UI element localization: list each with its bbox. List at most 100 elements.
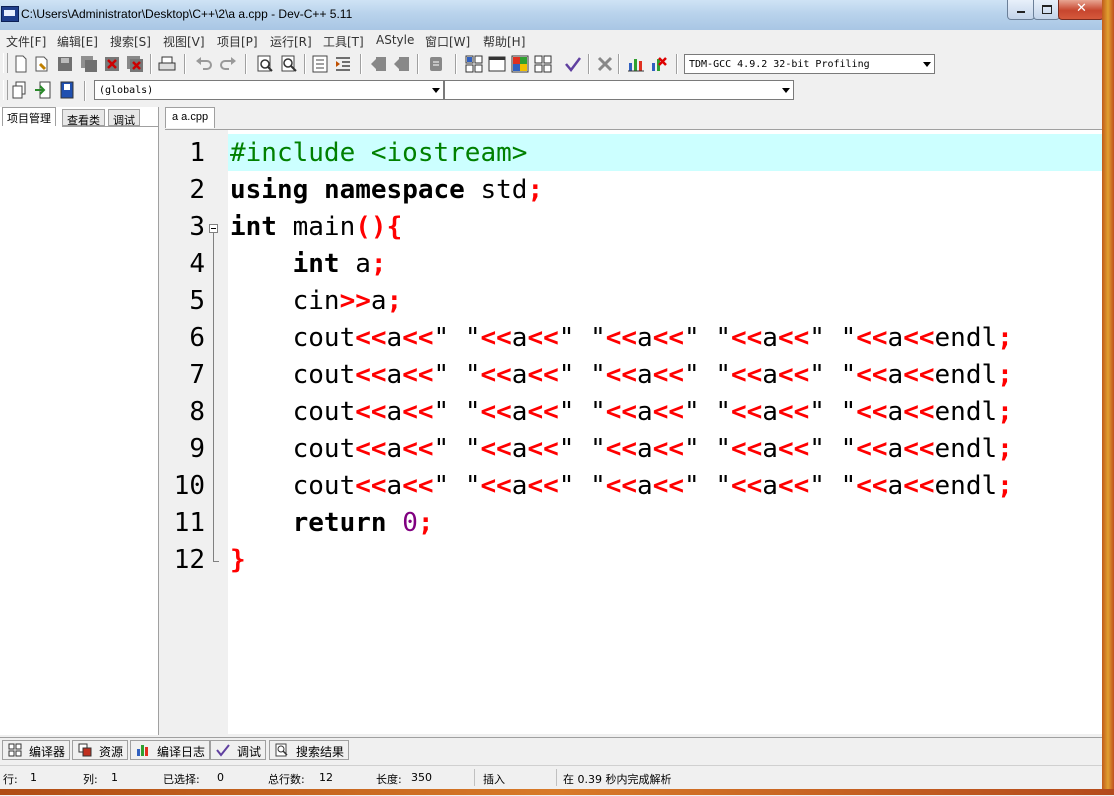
status-col-value: 1: [111, 771, 118, 784]
debug-check-icon: [216, 744, 230, 757]
profile-chart-icon[interactable]: [627, 55, 645, 73]
goto-line-icon[interactable]: [311, 55, 329, 73]
menu-help[interactable]: 帮助[H]: [483, 33, 525, 50]
maximize-button[interactable]: [1033, 0, 1060, 20]
menu-project[interactable]: 项目[P]: [217, 33, 258, 50]
save-all-icon[interactable]: [80, 55, 98, 73]
compile-icon[interactable]: [465, 55, 483, 73]
undo-icon[interactable]: [195, 55, 213, 73]
status-total-lines-label: 总行数:: [268, 773, 305, 786]
code-editor[interactable]: 1 #include <iostream> 2 using namespace std…: [165, 129, 1102, 734]
menu-bar: 文件[F] 编辑[E] 搜索[S] 视图[V] 项目[P] 运行[R] 工具[T…: [0, 30, 1102, 50]
tab-search-results[interactable]: 搜索结果: [269, 740, 350, 760]
unindent-icon[interactable]: [370, 55, 388, 73]
class-toolbar: (globals): [0, 78, 1102, 104]
menu-astyle[interactable]: AStyle: [376, 33, 414, 47]
devcpp-app-icon: [1, 6, 19, 22]
code-line[interactable]: 10 cout<<a<<" "<<a<<" "<<a<<" "<<a<<" "<…: [165, 467, 1102, 504]
editor-tab-file[interactable]: a a.cpp: [165, 107, 216, 128]
function-select[interactable]: [444, 80, 794, 100]
chevron-down-icon: [432, 88, 440, 93]
search-icon: [275, 743, 288, 757]
menu-tools[interactable]: 工具[T]: [323, 33, 364, 50]
menu-file[interactable]: 文件[F]: [6, 33, 46, 50]
code-line[interactable]: 1 #include <iostream>: [165, 134, 1102, 171]
run-icon[interactable]: [488, 55, 506, 73]
save-icon[interactable]: [56, 55, 74, 73]
line-number: 3: [189, 212, 205, 242]
desktop-taskbar-edge: [0, 789, 1114, 795]
tab-debug[interactable]: 调试: [108, 109, 140, 127]
code-line[interactable]: 9 cout<<a<<" "<<a<<" "<<a<<" "<<a<<" "<<…: [165, 430, 1102, 467]
title-bar: C:\Users\Administrator\Desktop\C++\2\a a…: [0, 0, 1114, 31]
code-line[interactable]: 7 cout<<a<<" "<<a<<" "<<a<<" "<<a<<" "<<…: [165, 356, 1102, 393]
delete-profile-icon[interactable]: [650, 55, 668, 73]
tab-class-browser[interactable]: 查看类: [62, 109, 105, 127]
new-project-icon[interactable]: [11, 81, 29, 99]
open-file-icon[interactable]: [33, 55, 51, 73]
redo-icon[interactable]: [219, 55, 237, 73]
indent-icon[interactable]: [334, 55, 352, 73]
code-line[interactable]: 5 cin>>a;: [165, 282, 1102, 319]
code-text: return 0;: [292, 508, 434, 538]
new-file-icon[interactable]: [12, 55, 30, 73]
status-total-lines-value: 12: [319, 771, 333, 784]
print-icon[interactable]: [158, 55, 176, 73]
syntax-check-icon[interactable]: [564, 55, 582, 73]
code-line[interactable]: 4 int a;: [165, 245, 1102, 282]
chevron-down-icon: [782, 88, 790, 93]
code-line[interactable]: 3 int main(){: [165, 208, 1102, 245]
minimize-button[interactable]: [1007, 0, 1035, 20]
tab-debug-output-label: 调试: [237, 745, 262, 759]
code-text: cout<<a<<" "<<a<<" "<<a<<" "<<a<<" "<<a<…: [230, 434, 1013, 464]
replace-icon[interactable]: [280, 55, 298, 73]
toggle-panel-icon[interactable]: [58, 81, 76, 99]
menu-search[interactable]: 搜索[S]: [110, 33, 151, 50]
tab-resources[interactable]: 资源: [72, 740, 129, 760]
maximize-icon: [1042, 5, 1052, 14]
tab-compiler[interactable]: 编译器: [2, 740, 71, 760]
insert-icon[interactable]: [34, 81, 52, 99]
compiler-select[interactable]: TDM-GCC 4.9.2 32-bit Profiling: [684, 54, 935, 74]
close-file-icon[interactable]: [103, 55, 121, 73]
fold-end-marker: [213, 561, 219, 562]
scope-select[interactable]: (globals): [94, 80, 444, 100]
window-title: C:\Users\Administrator\Desktop\C++\2\a a…: [21, 7, 353, 21]
fold-collapse-icon[interactable]: [209, 224, 218, 233]
tab-project-manager[interactable]: 项目管理: [2, 107, 56, 126]
compile-run-icon[interactable]: [511, 55, 529, 73]
close-button[interactable]: ✕: [1058, 0, 1104, 20]
status-parse-time: 在 0.39 秒内完成解析: [563, 773, 672, 786]
toggle-bookmark-icon[interactable]: [393, 55, 411, 73]
tab-resources-label: 资源: [99, 745, 124, 759]
tab-compile-log[interactable]: 编译日志: [130, 740, 211, 760]
status-selected-label: 已选择:: [163, 773, 200, 786]
tab-debug-output[interactable]: 调试: [210, 740, 267, 760]
find-icon[interactable]: [256, 55, 274, 73]
menu-run[interactable]: 运行[R]: [270, 33, 312, 50]
stop-execution-icon[interactable]: [596, 55, 614, 73]
code-text: int main(){: [230, 212, 403, 242]
code-line[interactable]: 11 return 0;: [165, 504, 1102, 541]
line-number: 11: [173, 508, 205, 538]
code-line[interactable]: 12}: [165, 541, 1102, 578]
compiler-select-value: TDM-GCC 4.9.2 32-bit Profiling: [689, 59, 870, 70]
menu-edit[interactable]: 编辑[E]: [57, 33, 98, 50]
line-number: 8: [189, 397, 205, 427]
comment-icon[interactable]: [427, 55, 445, 73]
resources-icon: [78, 743, 92, 757]
menu-window[interactable]: 窗口[W]: [425, 33, 470, 50]
code-line[interactable]: 8 cout<<a<<" "<<a<<" "<<a<<" "<<a<<" "<<…: [165, 393, 1102, 430]
code-text: }: [230, 545, 246, 575]
rebuild-all-icon[interactable]: [534, 55, 552, 73]
code-line[interactable]: 6 cout<<a<<" "<<a<<" "<<a<<" "<<a<<" "<<…: [165, 319, 1102, 356]
line-number: 10: [173, 471, 205, 501]
code-text: using namespace std;: [230, 175, 544, 205]
line-number: 7: [189, 360, 205, 390]
status-length-value: 350: [411, 771, 432, 784]
menu-view[interactable]: 视图[V]: [163, 33, 205, 50]
line-number: 4: [189, 249, 205, 279]
close-all-icon[interactable]: [126, 55, 144, 73]
tab-compile-log-label: 编译日志: [157, 745, 206, 759]
code-line[interactable]: 2 using namespace std;: [165, 171, 1102, 208]
